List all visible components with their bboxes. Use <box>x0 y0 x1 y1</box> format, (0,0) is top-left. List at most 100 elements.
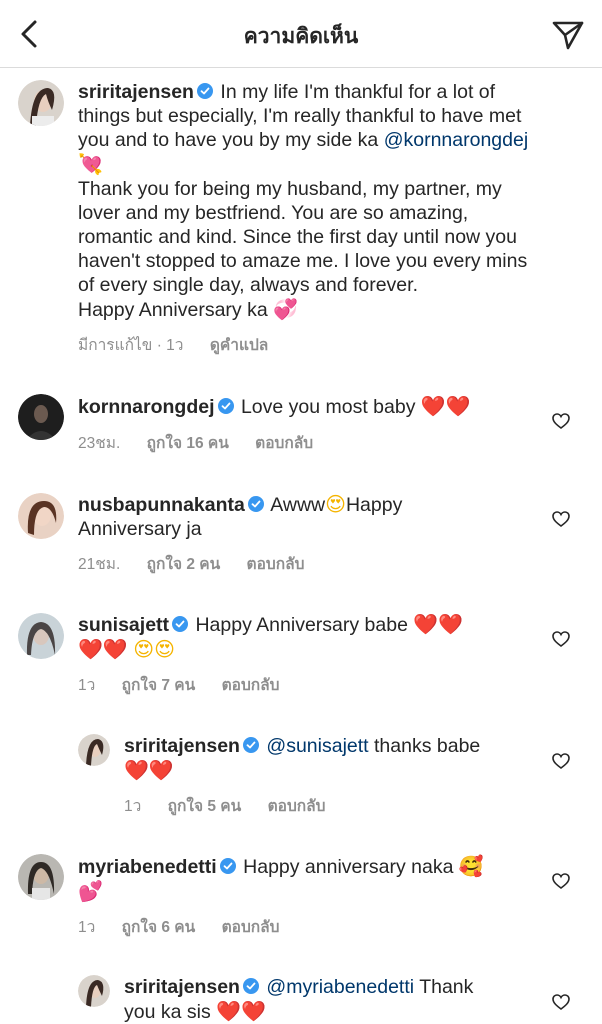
comment-time: 1ว <box>78 919 96 936</box>
verified-badge-icon <box>242 737 259 753</box>
reply-button[interactable]: ตอบกลับ <box>247 556 305 573</box>
like-button[interactable] <box>550 750 572 772</box>
mention-link[interactable]: @myriabenedetti <box>266 976 414 998</box>
verified-badge-icon <box>242 978 259 994</box>
likes-count[interactable]: ถูกใจ 2 คน <box>147 556 221 573</box>
verified-badge-icon <box>247 496 264 512</box>
comment-item: kornnarongdej Love you most baby ❤️❤️ 23… <box>0 390 602 470</box>
heart-eyes-emoji: 😍😍 <box>133 637 175 661</box>
username[interactable]: sriritajensen <box>78 81 194 103</box>
comment-text: Happy <box>345 494 403 516</box>
username[interactable]: sunisajett <box>78 614 169 636</box>
heart-outline-icon <box>552 873 570 889</box>
comment-time: 1ว <box>78 677 96 694</box>
comment-text: thanks babe <box>374 735 481 757</box>
red-heart-emoji: ❤️❤️ <box>413 612 464 636</box>
likes-count[interactable]: ถูกใจ 7 คน <box>122 677 196 694</box>
comment-text: Anniversary ja <box>78 518 202 540</box>
comment-meta: 1ว ถูกใจ 5 คน ตอบกลับ <box>124 793 348 818</box>
reply-button[interactable]: ตอบกลับ <box>222 677 280 694</box>
avatar[interactable] <box>18 493 64 539</box>
verified-badge-icon <box>196 83 213 99</box>
caption-line: In my life I'm thankful for a lot of <box>220 81 496 103</box>
caption-line: haven't stopped to amaze me. I love you … <box>78 250 528 272</box>
page-title: ความคิดเห็น <box>243 25 359 48</box>
heart-outline-icon <box>552 631 570 647</box>
likes-count[interactable]: ถูกใจ 6 คน <box>122 919 196 936</box>
heart-outline-icon <box>552 753 570 769</box>
verified-badge-icon <box>219 858 236 874</box>
avatar[interactable] <box>78 975 110 1007</box>
caption-line: things but especially, I'm really thankf… <box>78 105 522 127</box>
avatar[interactable] <box>18 80 64 126</box>
caption-line: of every single day, always and forever. <box>78 274 418 296</box>
verified-badge-icon <box>172 616 189 632</box>
smiling-hearts-emoji: 🥰 <box>458 854 484 878</box>
verified-badge-icon <box>217 398 234 414</box>
edited-label: มีการแก้ไข · 1ว <box>78 337 184 354</box>
comment-item: sunisajett Happy Anniversary babe ❤️❤️ ❤… <box>0 608 602 708</box>
username[interactable]: sriritajensen <box>124 976 240 998</box>
reply-button[interactable]: ตอบกลับ <box>268 798 326 815</box>
like-button[interactable] <box>550 870 572 892</box>
like-button[interactable] <box>550 410 572 432</box>
comment-text: Love you most baby <box>240 396 416 418</box>
comment-text: you ka sis <box>124 1001 211 1023</box>
reply-button[interactable]: ตอบกลับ <box>255 435 313 452</box>
username[interactable]: sriritajensen <box>124 735 240 757</box>
heart-outline-icon <box>552 994 570 1010</box>
comment-item: nusbapunnakanta Awww😍Happy Anniversary j… <box>0 488 602 588</box>
caption-line: romantic and kind. Since the first day u… <box>78 226 517 248</box>
comment-time: 21ชม. <box>78 556 121 573</box>
likes-count[interactable]: ถูกใจ 5 คน <box>168 798 242 815</box>
comment-meta: 21ชม. ถูกใจ 2 คน ตอบกลับ <box>78 551 326 576</box>
comment-text: Thank <box>419 976 474 998</box>
heart-arrow-emoji: 💘 <box>78 152 103 176</box>
comment-item: myriabenedetti Happy anniversary naka 🥰 … <box>0 850 602 950</box>
header-bar: ความคิดเห็น <box>0 0 602 68</box>
avatar[interactable] <box>78 734 110 766</box>
comment-text: Happy anniversary naka <box>243 856 454 878</box>
heart-outline-icon <box>552 413 570 429</box>
caption-line: Thank you for being my husband, my partn… <box>78 178 502 200</box>
two-hearts-emoji: 💞 <box>273 297 299 321</box>
avatar[interactable] <box>18 854 64 900</box>
two-hearts-emoji: 💕 <box>78 879 103 903</box>
mention-link[interactable]: @kornnarongdej <box>384 129 528 151</box>
comment-text: Awww <box>270 494 326 516</box>
comment-meta: 1ว ถูกใจ 7 คน ตอบกลับ <box>78 672 302 697</box>
avatar[interactable] <box>18 613 64 659</box>
translate-link[interactable]: ดูคำแปล <box>210 337 268 354</box>
comment-time: 1ว <box>124 798 142 815</box>
username[interactable]: nusbapunnakanta <box>78 494 245 516</box>
caption-meta: มีการแก้ไข · 1ว ดูคำแปล <box>78 332 290 357</box>
heart-outline-icon <box>552 511 570 527</box>
caption-text: sriritajensen In my life I'm thankful fo… <box>78 80 578 322</box>
heart-eyes-emoji: 😍 <box>325 492 346 516</box>
reply-item: sriritajensen @myriabenedetti Thank you … <box>0 971 602 1024</box>
caption-line: you and to have you by my side ka <box>78 129 379 151</box>
caption-post: sriritajensen In my life I'm thankful fo… <box>0 68 602 368</box>
avatar[interactable] <box>18 394 64 440</box>
red-heart-emoji: ❤️❤️ <box>78 637 128 661</box>
red-heart-emoji: ❤️❤️ <box>216 999 266 1023</box>
caption-line: lover and my bestfriend. You are so amaz… <box>78 202 469 224</box>
username[interactable]: myriabenedetti <box>78 856 217 878</box>
caption-line: Happy Anniversary ka <box>78 299 268 321</box>
comment-text: Happy Anniversary babe <box>195 614 408 636</box>
comment-time: 23ชม. <box>78 435 121 452</box>
red-heart-emoji: ❤️❤️ <box>124 758 174 782</box>
like-button[interactable] <box>550 508 572 530</box>
reply-item: sriritajensen @sunisajett thanks babe ❤️… <box>0 730 602 826</box>
username[interactable]: kornnarongdej <box>78 396 215 418</box>
comment-meta: 1ว ถูกใจ 6 คน ตอบกลับ <box>78 914 302 939</box>
share-button[interactable] <box>550 16 586 52</box>
red-heart-emoji: ❤️❤️ <box>420 394 471 418</box>
like-button[interactable] <box>550 628 572 650</box>
comment-meta: 23ชม. ถูกใจ 16 คน ตอบกลับ <box>78 430 335 455</box>
reply-button[interactable]: ตอบกลับ <box>222 919 280 936</box>
likes-count[interactable]: ถูกใจ 16 คน <box>147 435 229 452</box>
paper-plane-icon <box>552 21 584 50</box>
mention-link[interactable]: @sunisajett <box>266 735 368 757</box>
like-button[interactable] <box>550 991 572 1013</box>
